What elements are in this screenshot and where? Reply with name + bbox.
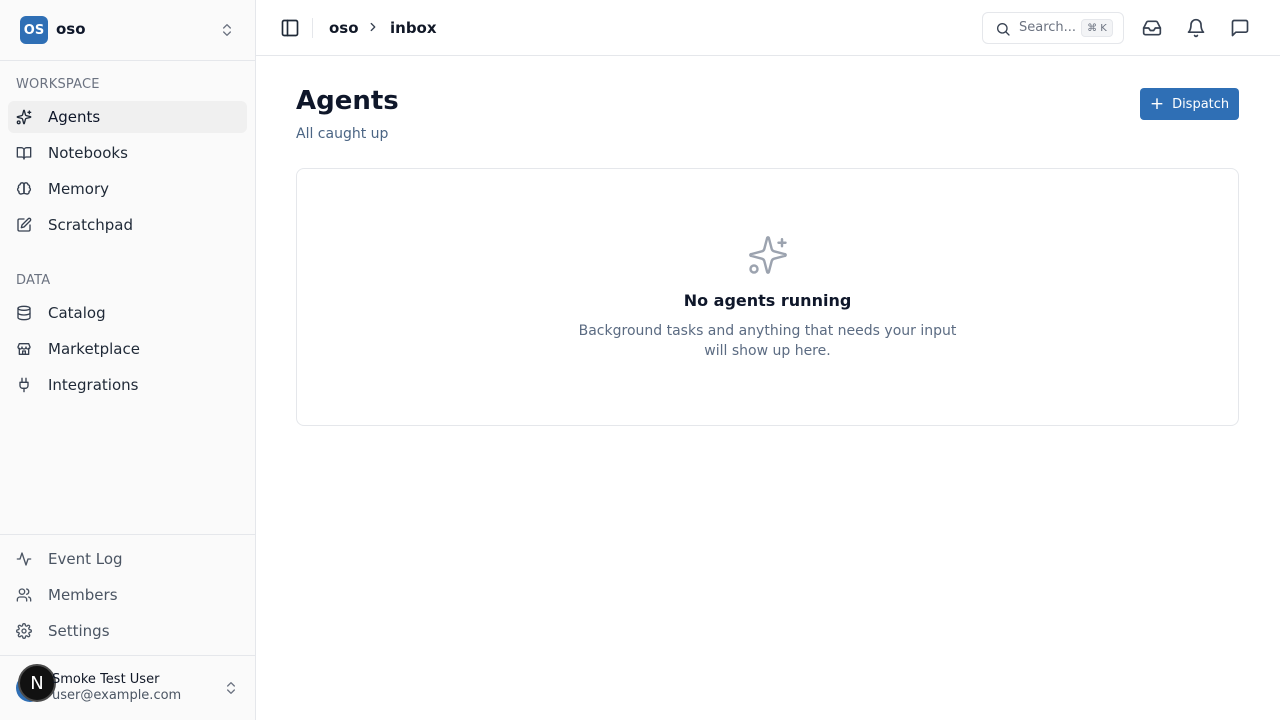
sidebar-item-label: Members xyxy=(48,586,118,604)
bell-icon[interactable] xyxy=(1186,18,1206,38)
users-icon xyxy=(16,587,32,603)
edit-icon xyxy=(16,217,32,233)
user-name: Smoke Test User xyxy=(52,672,160,687)
activity-icon xyxy=(16,551,32,567)
user-email: user@example.com xyxy=(52,688,182,703)
user-divider xyxy=(0,655,255,656)
search-button[interactable]: Search... ⌘ K xyxy=(982,12,1124,44)
search-placeholder: Search... xyxy=(1019,20,1077,35)
sidebar-item-members[interactable]: Members xyxy=(8,579,247,611)
breadcrumb-workspace[interactable]: oso xyxy=(329,19,359,37)
chevron-right-icon xyxy=(370,22,376,32)
page-title: Agents xyxy=(296,86,399,116)
chevrons-up-down-icon[interactable] xyxy=(223,680,239,696)
sidebar-item-label: Scratchpad xyxy=(48,216,133,234)
top-bar: oso inbox Search... ⌘ K xyxy=(256,0,1280,56)
sidebar-toggle-icon[interactable] xyxy=(280,18,300,38)
sidebar-item-event-log[interactable]: Event Log xyxy=(8,543,247,575)
sidebar-item-label: Settings xyxy=(48,622,110,640)
brain-icon xyxy=(16,181,32,197)
sidebar-item-label: Integrations xyxy=(48,376,139,394)
dispatch-button[interactable]: + Dispatch xyxy=(1140,88,1239,120)
dispatch-label: Dispatch xyxy=(1172,96,1230,112)
plus-icon: + xyxy=(1149,93,1165,114)
sidebar-item-label: Marketplace xyxy=(48,340,140,358)
sidebar-item-scratchpad[interactable]: Scratchpad xyxy=(8,209,247,241)
sidebar-item-marketplace[interactable]: Marketplace xyxy=(8,333,247,365)
sidebar-item-label: Event Log xyxy=(48,550,123,568)
store-icon xyxy=(16,341,32,357)
workspace-switcher[interactable]: OS oso xyxy=(0,0,255,61)
sidebar-divider xyxy=(0,534,255,535)
sidebar-item-label: Memory xyxy=(48,180,110,198)
message-square-icon[interactable] xyxy=(1230,18,1250,38)
chevrons-up-down-icon xyxy=(223,24,231,36)
search-icon xyxy=(997,23,1010,36)
sidebar-item-memory[interactable]: Memory xyxy=(8,173,247,205)
sidebar-item-agents[interactable]: Agents xyxy=(8,101,247,133)
page-subtitle: All caught up xyxy=(296,126,389,142)
sidebar-item-settings[interactable]: Settings xyxy=(8,615,247,647)
empty-state-card: No agents running Background tasks and a… xyxy=(296,168,1239,426)
shortcut-hint: ⌘ K xyxy=(1081,19,1113,37)
sidebar-item-catalog[interactable]: Catalog xyxy=(8,297,247,329)
book-open-icon xyxy=(16,145,32,161)
gear-icon xyxy=(16,623,32,639)
toolbar-divider xyxy=(312,18,313,38)
plug-icon xyxy=(16,377,32,393)
section-label-workspace: WORKSPACE xyxy=(16,77,100,92)
sidebar-item-label: Catalog xyxy=(48,304,106,322)
breadcrumb-current: inbox xyxy=(390,19,437,37)
dev-tools-badge[interactable]: N xyxy=(18,664,56,702)
sidebar-item-notebooks[interactable]: Notebooks xyxy=(8,137,247,169)
sparkles-icon xyxy=(16,109,32,125)
inbox-icon[interactable] xyxy=(1142,18,1162,38)
empty-state-title: No agents running xyxy=(683,291,852,310)
database-icon xyxy=(16,305,32,321)
workspace-name: oso xyxy=(56,20,86,38)
empty-state-description: Background tasks and anything that needs… xyxy=(578,323,957,359)
sidebar-item-label: Agents xyxy=(48,108,101,126)
sparkles-icon xyxy=(749,236,787,274)
sidebar-item-integrations[interactable]: Integrations xyxy=(8,369,247,401)
sidebar-item-label: Notebooks xyxy=(48,144,128,162)
sidebar: OS oso WORKSPACE Agents Notebooks Memory… xyxy=(0,0,256,720)
section-label-data: DATA xyxy=(16,273,51,288)
workspace-badge: OS xyxy=(20,16,48,44)
